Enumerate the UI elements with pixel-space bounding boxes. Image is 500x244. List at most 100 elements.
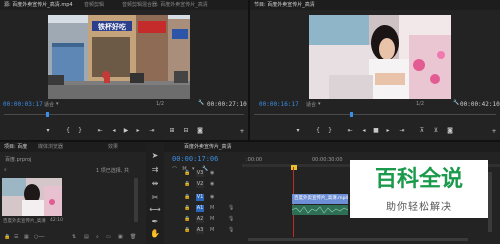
ripple-edit-tool-icon[interactable]: ⇹ <box>149 178 161 190</box>
tab-media-browser[interactable]: 媒体浏览器 <box>38 143 63 150</box>
track-target-button[interactable]: A3 <box>196 227 204 234</box>
track-mute-icon[interactable]: M <box>210 205 214 211</box>
mark-out-bracket-icon[interactable]: } <box>76 127 84 135</box>
track-header-v1[interactable]: 🔒 V1 ◉ <box>170 193 240 202</box>
source-add-button-icon[interactable]: + <box>238 128 246 136</box>
step-back-icon[interactable]: ◂ <box>110 127 118 135</box>
tab-audio-mixer[interactable]: 音频剪辑混合器: 百度外卖宣传片_高清 <box>122 1 208 8</box>
timeline-hscroll[interactable] <box>248 238 468 241</box>
project-scrollbar[interactable] <box>134 178 138 222</box>
program-ratio-select[interactable]: 1/2 <box>416 101 424 107</box>
pen-tool-icon[interactable]: ✒ <box>149 216 161 228</box>
track-lock-icon[interactable]: 🔒 <box>184 170 190 176</box>
mark-in-icon[interactable]: ▾ <box>44 127 52 135</box>
go-to-out-icon[interactable]: ⇥ <box>148 127 156 135</box>
program-step-back-icon[interactable]: ◂ <box>360 127 368 135</box>
tab-effects[interactable]: 效果 <box>108 143 118 150</box>
program-step-forward-icon[interactable]: ▸ <box>384 127 392 135</box>
track-select-tool-icon[interactable]: ⇉ <box>149 164 161 176</box>
program-fit-chevron-icon[interactable]: ▾ <box>318 101 321 107</box>
step-forward-icon[interactable]: ▸ <box>134 127 142 135</box>
program-fit-select[interactable]: 适合 <box>306 101 316 108</box>
track-target-button[interactable]: A1 <box>196 205 204 212</box>
tab-source[interactable]: 源: 百度外卖宣传片_高清.mp4 <box>4 1 73 8</box>
program-timecode-current[interactable]: 00:00:16:17 <box>259 101 299 108</box>
program-export-frame-icon[interactable]: ◙ <box>446 127 454 135</box>
track-lock-icon[interactable]: 🔒 <box>184 181 190 187</box>
track-target-button[interactable]: A2 <box>196 216 204 223</box>
track-header-v3[interactable]: 🔒 V3 ◉ <box>170 169 240 178</box>
source-wrench-icon[interactable]: 🔧 <box>198 100 204 106</box>
overwrite-icon[interactable]: ⊟ <box>182 127 190 135</box>
timeline-playhead-marker[interactable] <box>291 165 297 170</box>
razor-tool-icon[interactable]: ✂ <box>149 192 161 204</box>
track-lock-icon[interactable]: 🔒 <box>184 227 190 233</box>
source-timecode-current[interactable]: 00:00:03:17 <box>3 101 43 108</box>
new-bin-icon[interactable]: ▭ <box>106 234 111 240</box>
project-clip-thumbnail[interactable] <box>2 178 62 216</box>
track-mic-icon[interactable]: 🎙 <box>228 205 234 211</box>
insert-icon[interactable]: ⊞ <box>168 127 176 135</box>
source-video-frame: 铁杯好吃 <box>48 15 190 99</box>
hand-tool-icon[interactable]: ✋ <box>149 228 161 240</box>
program-scrub-bar[interactable] <box>254 114 496 115</box>
go-to-in-icon[interactable]: ⇤ <box>96 127 104 135</box>
program-stop-icon[interactable]: ■ <box>372 127 380 135</box>
track-header-a2[interactable]: 🔒 A2 M 🎙 <box>170 215 240 224</box>
track-target-button[interactable]: V3 <box>196 170 204 177</box>
program-out-bracket-icon[interactable]: } <box>326 127 334 135</box>
clear-icon[interactable]: 🗑 <box>130 234 136 240</box>
extract-icon[interactable]: ⊻ <box>432 127 440 135</box>
slip-tool-icon[interactable]: ⟷ <box>149 204 161 216</box>
track-mute-icon[interactable]: M <box>210 227 214 233</box>
track-header-a1[interactable]: 🔒 A1 M 🎙 <box>170 204 240 213</box>
track-header-a3[interactable]: 🔒 A3 M 🎙 <box>170 226 240 235</box>
track-mute-icon[interactable]: M <box>210 216 214 222</box>
lock-icon[interactable]: 🔒 <box>4 234 10 240</box>
program-playhead[interactable] <box>350 112 353 117</box>
video-clip-label: 百度外卖宣传片_高清.mp4 [V] <box>294 196 357 201</box>
project-search-icon[interactable]: ⌕ <box>4 167 7 173</box>
source-scrub-bar[interactable] <box>4 114 244 115</box>
sort-icon[interactable]: ⇅ <box>72 234 76 240</box>
icon-view-icon[interactable]: ▦ <box>24 234 29 240</box>
track-mic-icon[interactable]: 🎙 <box>228 227 234 233</box>
find-icon[interactable]: ⌕ <box>96 234 99 240</box>
source-ratio-select[interactable]: 1/2 <box>156 101 164 107</box>
track-header-v2[interactable]: 🔒 V2 ◉ <box>170 180 240 189</box>
program-mark-in-icon[interactable]: ▾ <box>294 127 302 135</box>
program-wrench-icon[interactable]: 🔧 <box>453 100 459 106</box>
program-go-to-out-icon[interactable]: ⇥ <box>398 127 406 135</box>
mark-in-bracket-icon[interactable]: { <box>64 127 72 135</box>
timeline-vscroll[interactable] <box>488 172 492 232</box>
export-frame-icon[interactable]: ◙ <box>196 127 204 135</box>
tab-audio-clip[interactable]: 音频剪辑 <box>84 1 104 8</box>
track-lock-icon[interactable]: 🔒 <box>184 194 190 200</box>
list-view-icon[interactable]: ☰ <box>14 234 18 240</box>
zoom-slider-icon[interactable]: ○── <box>34 234 44 240</box>
track-target-button[interactable]: V1 <box>196 194 204 201</box>
source-fit-select[interactable]: 适合 <box>44 101 54 108</box>
program-in-bracket-icon[interactable]: { <box>314 127 322 135</box>
tab-timeline[interactable]: 百度外卖宣传片_高清 <box>184 143 232 150</box>
program-go-to-in-icon[interactable]: ⇤ <box>346 127 354 135</box>
play-icon[interactable]: ▶ <box>122 127 130 135</box>
lift-icon[interactable]: ⊼ <box>418 127 426 135</box>
track-mic-icon[interactable]: 🎙 <box>228 216 234 222</box>
program-add-button-icon[interactable]: + <box>490 128 498 136</box>
selection-tool-icon[interactable]: ➤ <box>149 150 161 162</box>
automate-icon[interactable]: ▤ <box>84 234 89 240</box>
track-lock-icon[interactable]: 🔒 <box>184 216 190 222</box>
project-clip-name: 百度外卖宣传片_高清 <box>3 219 46 224</box>
track-eye-icon[interactable]: ◉ <box>210 181 214 187</box>
track-target-button[interactable]: V2 <box>196 181 204 188</box>
source-playhead[interactable] <box>46 112 49 117</box>
tab-project[interactable]: 项目: 百度 <box>4 143 27 150</box>
new-item-icon[interactable]: ▣ <box>118 234 123 240</box>
timeline-timecode[interactable]: 00:00:17:06 <box>172 155 218 163</box>
source-fit-chevron-icon[interactable]: ▾ <box>56 101 59 107</box>
tab-program[interactable]: 节目: 百度外卖宣传片_高清 <box>254 1 315 8</box>
track-eye-icon[interactable]: ◉ <box>210 170 214 176</box>
track-lock-icon[interactable]: 🔒 <box>184 205 190 211</box>
track-eye-icon[interactable]: ◉ <box>210 194 214 200</box>
